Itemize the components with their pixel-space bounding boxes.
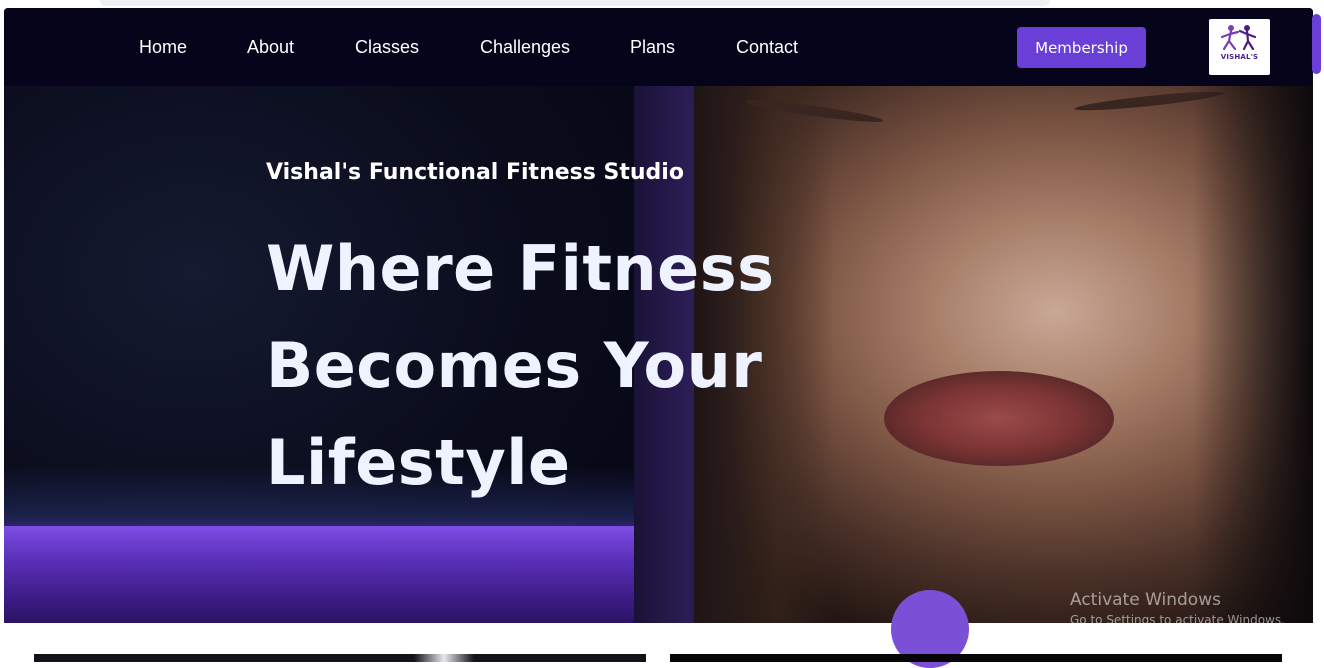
hero-headline-line-2: Becomes Your bbox=[266, 329, 763, 402]
top-navigation: Home About Classes Challenges Plans Cont… bbox=[4, 8, 1313, 86]
logo-figures-icon bbox=[1220, 25, 1257, 51]
card-left-highlight bbox=[414, 654, 474, 662]
nav-item-challenges[interactable]: Challenges bbox=[480, 36, 570, 58]
scrollbar-track bbox=[1313, 8, 1324, 662]
windows-activation-watermark: Activate Windows Go to Settings to activ… bbox=[1070, 589, 1285, 629]
nav-item-plans[interactable]: Plans bbox=[630, 36, 675, 58]
next-section-card-left bbox=[34, 654, 646, 662]
studio-logo-icon[interactable]: VISHAL'S bbox=[1209, 19, 1270, 75]
nav-item-home[interactable]: Home bbox=[139, 36, 187, 58]
nav-item-contact[interactable]: Contact bbox=[736, 36, 798, 58]
hero-headline-line-1: Where Fitness bbox=[266, 232, 775, 305]
next-section-card-right bbox=[670, 654, 1282, 662]
hero-subtitle: Vishal's Functional Fitness Studio bbox=[266, 160, 684, 185]
watermark-line-2: Go to Settings to activate Windows. bbox=[1070, 613, 1285, 627]
nav-item-classes[interactable]: Classes bbox=[355, 36, 419, 58]
page-frame: Home About Classes Challenges Plans Cont… bbox=[4, 8, 1313, 623]
watermark-line-1: Activate Windows bbox=[1070, 590, 1221, 610]
membership-button[interactable]: Membership bbox=[1017, 27, 1146, 68]
hero-floor bbox=[4, 526, 634, 623]
hero-photo-lips bbox=[884, 371, 1114, 466]
hero-headline: Where Fitness Becomes Your Lifestyle bbox=[266, 220, 826, 511]
browser-top-strip bbox=[100, 0, 1050, 6]
nav-item-about[interactable]: About bbox=[247, 36, 294, 58]
hero-photo-shadow bbox=[1193, 86, 1313, 623]
scrollbar-thumb[interactable] bbox=[1312, 14, 1321, 74]
logo-text: VISHAL'S bbox=[1220, 53, 1259, 61]
hero-headline-line-3: Lifestyle bbox=[266, 426, 571, 499]
